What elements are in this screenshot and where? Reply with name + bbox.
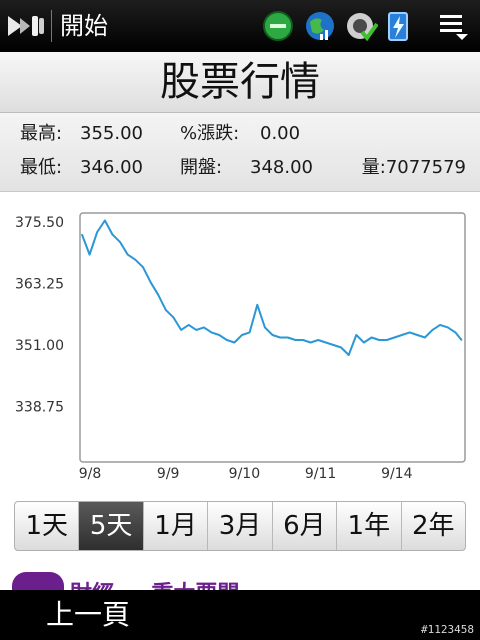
price-point bbox=[355, 334, 358, 336]
price-point bbox=[370, 336, 373, 339]
price-point bbox=[195, 329, 198, 331]
price-point bbox=[104, 219, 106, 222]
price-point bbox=[386, 339, 388, 341]
high-value: 355.00 bbox=[80, 123, 143, 144]
price-point bbox=[187, 324, 190, 326]
price-point bbox=[363, 341, 365, 344]
price-point bbox=[325, 341, 327, 344]
tab-1-year[interactable]: 1年 bbox=[337, 502, 402, 550]
price-point bbox=[126, 253, 129, 256]
price-point bbox=[81, 233, 83, 236]
price-point bbox=[111, 233, 114, 236]
price-point bbox=[447, 326, 449, 329]
price-point bbox=[401, 334, 403, 336]
back-button[interactable]: 上一頁 bbox=[46, 598, 130, 632]
volume-value: 量:7077579 bbox=[361, 157, 466, 178]
price-point bbox=[347, 354, 350, 356]
windows-start-icon[interactable] bbox=[6, 12, 46, 40]
price-point bbox=[119, 241, 121, 243]
tab-1-day[interactable]: 1天 bbox=[15, 502, 80, 550]
price-point bbox=[393, 336, 396, 339]
price-point bbox=[226, 339, 228, 341]
price-point bbox=[416, 334, 419, 336]
chart-canvas: 375.50 363.25 351.00 338.75 9/8 9/9 9/10 9/11 9/… bbox=[15, 212, 466, 482]
price-point bbox=[241, 334, 243, 336]
title-bar: 股票行情 bbox=[0, 52, 480, 113]
x-tick-label: 9/8 bbox=[79, 466, 102, 482]
price-point bbox=[271, 334, 274, 336]
network-globe-icon[interactable] bbox=[262, 10, 294, 42]
price-point bbox=[88, 253, 91, 256]
tab-1-month[interactable]: 1月 bbox=[144, 502, 209, 550]
tab-3-months[interactable]: 3月 bbox=[208, 502, 273, 550]
bottom-bar: 上一頁 #1123458 bbox=[0, 590, 480, 640]
y-tick-label: 363.25 bbox=[15, 277, 64, 293]
price-point bbox=[309, 341, 312, 344]
price-point bbox=[340, 346, 342, 349]
price-point bbox=[294, 339, 297, 341]
price-point bbox=[248, 331, 251, 334]
change-label: %漲跌: bbox=[180, 123, 240, 144]
price-point bbox=[286, 336, 289, 339]
price-point bbox=[218, 334, 220, 336]
low-value: 346.00 bbox=[80, 157, 143, 178]
price-point bbox=[96, 231, 98, 233]
news-banner[interactable]: 財經 — 重大要聞 bbox=[0, 566, 480, 590]
price-point bbox=[332, 344, 335, 346]
tab-6-months[interactable]: 6月 bbox=[273, 502, 338, 550]
price-point bbox=[424, 336, 426, 339]
price-point bbox=[256, 304, 259, 306]
price-point bbox=[203, 326, 205, 329]
price-point bbox=[408, 331, 411, 334]
price-point bbox=[431, 329, 434, 331]
x-tick-label: 9/10 bbox=[229, 466, 260, 482]
status-divider bbox=[51, 10, 52, 42]
price-point bbox=[279, 336, 281, 339]
x-tick-label: 9/14 bbox=[381, 466, 413, 482]
price-point bbox=[460, 339, 463, 341]
y-tick-label: 375.50 bbox=[15, 215, 64, 231]
price-point bbox=[317, 339, 320, 341]
tab-2-years[interactable]: 2年 bbox=[402, 502, 465, 550]
price-point bbox=[172, 316, 175, 319]
image-id-label: #1123458 bbox=[421, 623, 474, 636]
low-label: 最低: bbox=[20, 157, 63, 178]
x-tick-label: 9/9 bbox=[157, 466, 180, 482]
open-value: 348.00 bbox=[250, 157, 313, 178]
price-point bbox=[302, 339, 304, 341]
x-tick-label: 9/11 bbox=[305, 466, 336, 482]
start-label[interactable]: 開始 bbox=[60, 12, 108, 40]
price-point bbox=[454, 331, 457, 334]
change-value: 0.00 bbox=[260, 123, 301, 144]
page-title: 股票行情 bbox=[160, 59, 320, 105]
y-tick-label: 338.75 bbox=[15, 400, 64, 416]
plot-frame bbox=[79, 212, 466, 463]
price-chart: 375.50 363.25 351.00 338.75 9/8 9/9 9/10 9/11 9/… bbox=[0, 192, 480, 494]
price-point bbox=[264, 326, 266, 329]
price-point bbox=[180, 329, 182, 331]
price-point bbox=[134, 258, 137, 261]
quote-summary: 最高: 355.00 %漲跌: 0.00 最低: 346.00 開盤: 348.… bbox=[0, 113, 480, 192]
open-label: 開盤: bbox=[180, 157, 223, 178]
tab-5-days[interactable]: 5天 bbox=[79, 502, 144, 550]
menu-icon[interactable] bbox=[436, 10, 470, 42]
price-point bbox=[149, 281, 152, 283]
price-point bbox=[378, 339, 381, 341]
high-label: 最高: bbox=[20, 123, 63, 144]
yahoo-logo-icon bbox=[12, 572, 64, 590]
battery-charging-icon[interactable] bbox=[385, 10, 417, 42]
banner-text: 財經 — 重大要聞 bbox=[70, 576, 239, 590]
speaker-muted-icon[interactable] bbox=[346, 10, 378, 42]
price-point bbox=[165, 309, 167, 311]
range-tabs: 1天 5天 1月 3月 6月 1年 2年 bbox=[14, 501, 466, 551]
price-point bbox=[210, 331, 213, 334]
price-point bbox=[142, 266, 144, 268]
y-tick-label: 351.00 bbox=[15, 338, 64, 354]
price-point bbox=[157, 294, 159, 296]
price-point bbox=[439, 324, 441, 326]
price-point bbox=[233, 341, 236, 344]
connectivity-globe-icon[interactable] bbox=[304, 10, 336, 42]
status-bar: 開始 bbox=[0, 0, 480, 52]
